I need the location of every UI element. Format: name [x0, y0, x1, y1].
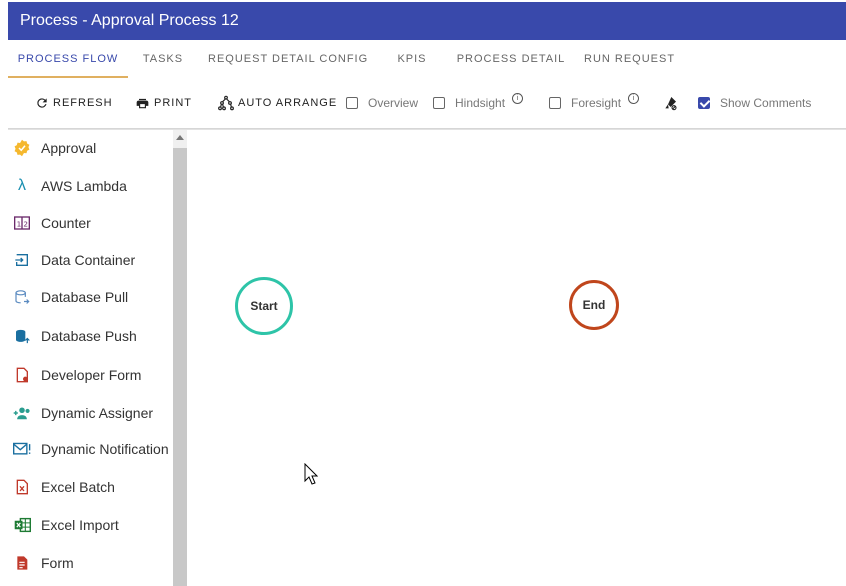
- lambda-icon: λ: [18, 177, 26, 194]
- palette-item-developer-form[interactable]: Developer Form: [8, 361, 173, 389]
- scroll-up-arrow-icon[interactable]: [176, 135, 184, 140]
- palette-item-label: Excel Import: [41, 517, 119, 533]
- palette-item-label: Dynamic Assigner: [41, 405, 154, 421]
- scrollbar-thumb[interactable]: [173, 148, 187, 586]
- palette-item-label: Database Pull: [41, 289, 129, 305]
- palette-item-counter[interactable]: 12 Counter: [8, 209, 173, 237]
- hindsight-checkbox-box[interactable]: [433, 97, 445, 109]
- palette-item-label: Developer Form: [41, 367, 142, 383]
- refresh-label: REFRESH: [53, 97, 113, 109]
- toolbar: REFRESH PRINT AUTO ARRANGE Overview Hind…: [8, 82, 846, 124]
- palette-item-dynamic-assigner[interactable]: Dynamic Assigner: [8, 399, 173, 427]
- palette-item-approval[interactable]: Approval: [8, 134, 173, 162]
- dynamic-assigner-icon: [13, 404, 31, 422]
- end-node[interactable]: End: [569, 280, 619, 330]
- approval-badge-icon: [13, 139, 31, 157]
- palette-item-excel-batch[interactable]: Excel Batch: [8, 473, 173, 501]
- data-container-icon: [13, 251, 31, 269]
- printer-icon: [136, 98, 149, 109]
- palette-item-excel-import[interactable]: Excel Import: [8, 511, 173, 539]
- excel-batch-icon: [13, 478, 31, 496]
- overview-checkbox[interactable]: Overview: [346, 82, 418, 124]
- svg-text:1: 1: [17, 219, 22, 228]
- tab-bar: PROCESS FLOW TASKS REQUEST DETAIL CONFIG…: [8, 40, 846, 78]
- overview-label: Overview: [368, 96, 419, 110]
- foresight-checkbox[interactable]: Foresight i: [549, 82, 640, 124]
- start-node-label: Start: [250, 299, 278, 313]
- palette-item-label: Data Container: [41, 252, 136, 268]
- print-label: PRINT: [154, 97, 192, 109]
- palette-item-label: AWS Lambda: [41, 178, 127, 194]
- palette-item-dynamic-notification[interactable]: Dynamic Notification: [8, 435, 173, 463]
- palette-item-label: Excel Batch: [41, 479, 115, 495]
- show-comments-checkbox-box[interactable]: [698, 97, 710, 109]
- auto-arrange-label: AUTO ARRANGE: [238, 97, 338, 109]
- hindsight-checkbox[interactable]: Hindsight i: [433, 82, 524, 124]
- tab-kpis[interactable]: KPIS: [390, 40, 434, 78]
- palette-scrollbar[interactable]: [173, 130, 187, 586]
- palette-item-label: Approval: [41, 140, 97, 156]
- tab-request-detail-config[interactable]: REQUEST DETAIL CONFIG: [208, 40, 368, 78]
- database-pull-icon: [13, 288, 31, 306]
- palette-item-label: Database Push: [41, 328, 137, 344]
- refresh-icon: [37, 98, 47, 108]
- tab-tasks[interactable]: TASKS: [136, 40, 190, 78]
- foresight-label: Foresight: [571, 96, 622, 110]
- active-tab-indicator: [8, 76, 128, 78]
- palette-item-label: Dynamic Notification: [41, 441, 169, 457]
- form-icon: [13, 554, 31, 572]
- palette-item-data-container[interactable]: Data Container: [8, 246, 173, 274]
- palette-item-aws-lambda[interactable]: λ AWS Lambda: [8, 172, 173, 200]
- clear-highlight-button[interactable]: [662, 82, 678, 124]
- show-comments-label: Show Comments: [720, 96, 812, 110]
- process-canvas[interactable]: Start End: [187, 130, 846, 586]
- counter-icon: 12: [13, 214, 31, 232]
- print-button[interactable]: PRINT: [135, 82, 192, 124]
- window-title: Process - Approval Process 12: [20, 12, 239, 29]
- hierarchy-icon: [218, 95, 234, 111]
- excel-import-icon: [13, 516, 31, 534]
- developer-form-icon: [13, 366, 31, 384]
- palette-item-database-pull[interactable]: Database Pull: [8, 283, 173, 311]
- dynamic-notification-icon: [13, 440, 31, 458]
- end-node-label: End: [582, 298, 606, 312]
- svg-text:2: 2: [23, 219, 28, 228]
- hindsight-label: Hindsight: [455, 96, 506, 110]
- hindsight-info-icon[interactable]: i: [512, 92, 524, 104]
- overview-checkbox-box[interactable]: [346, 97, 358, 109]
- palette-item-label: Form: [41, 555, 74, 571]
- show-comments-checkbox[interactable]: Show Comments: [698, 82, 811, 124]
- auto-arrange-button[interactable]: AUTO ARRANGE: [218, 82, 337, 124]
- database-push-icon: [13, 327, 31, 345]
- mouse-cursor-icon: [304, 463, 318, 485]
- palette-item-database-push[interactable]: Database Push: [8, 322, 173, 350]
- palette-item-form[interactable]: Form: [8, 549, 173, 577]
- start-node[interactable]: Start: [235, 277, 293, 335]
- tab-process-flow[interactable]: PROCESS FLOW: [8, 40, 128, 78]
- foresight-checkbox-box[interactable]: [549, 97, 561, 109]
- palette-item-label: Counter: [41, 215, 91, 231]
- refresh-button[interactable]: REFRESH: [35, 82, 113, 124]
- node-palette: Approval λ AWS Lambda 12 Counter Data Co…: [8, 130, 173, 586]
- foresight-info-icon[interactable]: i: [628, 92, 640, 104]
- tab-process-detail[interactable]: PROCESS DETAIL: [456, 40, 566, 78]
- ink-off-icon: [665, 97, 677, 111]
- tab-run-request[interactable]: RUN REQUEST: [584, 40, 674, 78]
- title-bar: Process - Approval Process 12: [8, 2, 846, 40]
